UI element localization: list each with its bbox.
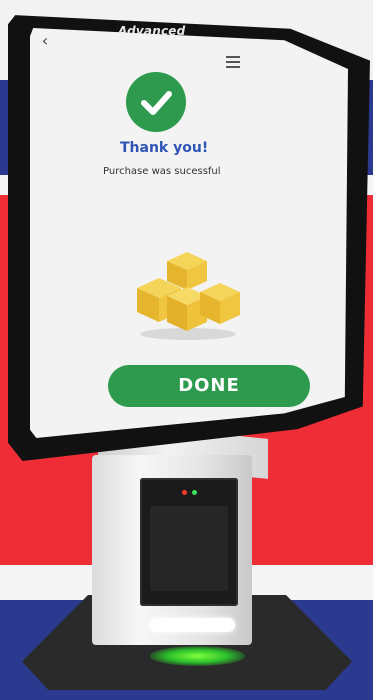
stand-light-strip (150, 618, 235, 632)
base-light (150, 646, 245, 666)
confirmation-message: Purchase was sucessful (103, 166, 221, 177)
receipt-printer (140, 478, 238, 606)
hamburger-menu-icon (226, 56, 240, 58)
kiosk-screen: ‹ Thank you! Purchase was sucessful DONE (30, 28, 348, 438)
checkmark-icon (141, 91, 172, 115)
page-title: Thank you! (120, 140, 209, 156)
boxes-illustration (137, 252, 240, 340)
done-button[interactable]: DONE (108, 365, 310, 407)
back-button[interactable]: ‹ (36, 32, 54, 50)
printer-status-led-green (192, 490, 197, 495)
chevron-left-icon: ‹ (41, 31, 49, 50)
printer-slot (150, 506, 228, 591)
kiosk-photo: Advanced ‹ Thank you! Purchase was suces… (0, 0, 373, 700)
printer-status-led-red (182, 490, 187, 495)
menu-button[interactable] (226, 56, 240, 68)
success-badge (126, 72, 186, 132)
